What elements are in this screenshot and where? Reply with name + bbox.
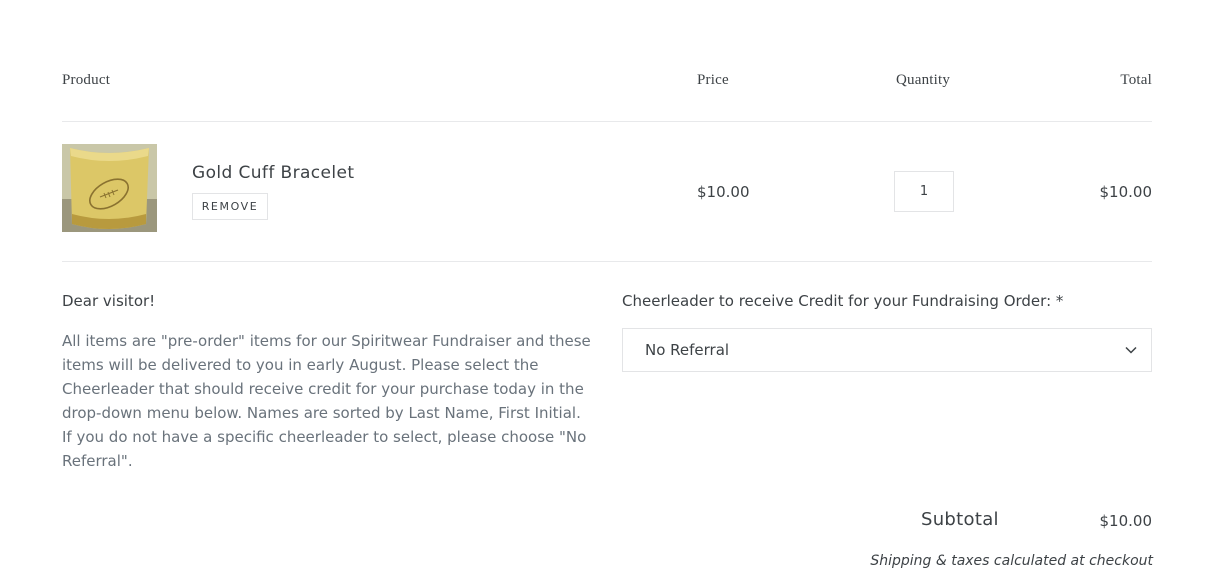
- remove-button[interactable]: REMOVE: [192, 193, 268, 220]
- gold-cuff-football-image: [62, 144, 157, 232]
- note-body: All items are "pre-order" items for our …: [62, 332, 591, 470]
- column-header-quantity: Quantity: [896, 72, 951, 88]
- referral-label: Cheerleader to receive Credit for your F…: [622, 292, 1064, 310]
- column-header-price: Price: [697, 72, 729, 88]
- note-greeting: Dear visitor!: [62, 292, 156, 310]
- line-total: $10.00: [1099, 183, 1153, 201]
- referral-select[interactable]: No Referral: [622, 328, 1152, 372]
- chevron-down-icon: [1125, 344, 1137, 356]
- column-header-product: Product: [62, 72, 111, 88]
- product-name-link[interactable]: Gold Cuff Bracelet: [192, 163, 354, 183]
- subtotal-label: Subtotal: [921, 509, 999, 530]
- divider: [62, 121, 1152, 122]
- divider: [62, 261, 1152, 262]
- shipping-note: Shipping & taxes calculated at checkout: [870, 553, 1153, 569]
- subtotal-value: $10.00: [1099, 512, 1153, 530]
- product-price: $10.00: [697, 183, 750, 201]
- column-header-total: Total: [1120, 72, 1152, 88]
- referral-selected-value: No Referral: [645, 341, 730, 359]
- product-thumbnail[interactable]: [62, 144, 157, 232]
- quantity-input[interactable]: [894, 171, 954, 212]
